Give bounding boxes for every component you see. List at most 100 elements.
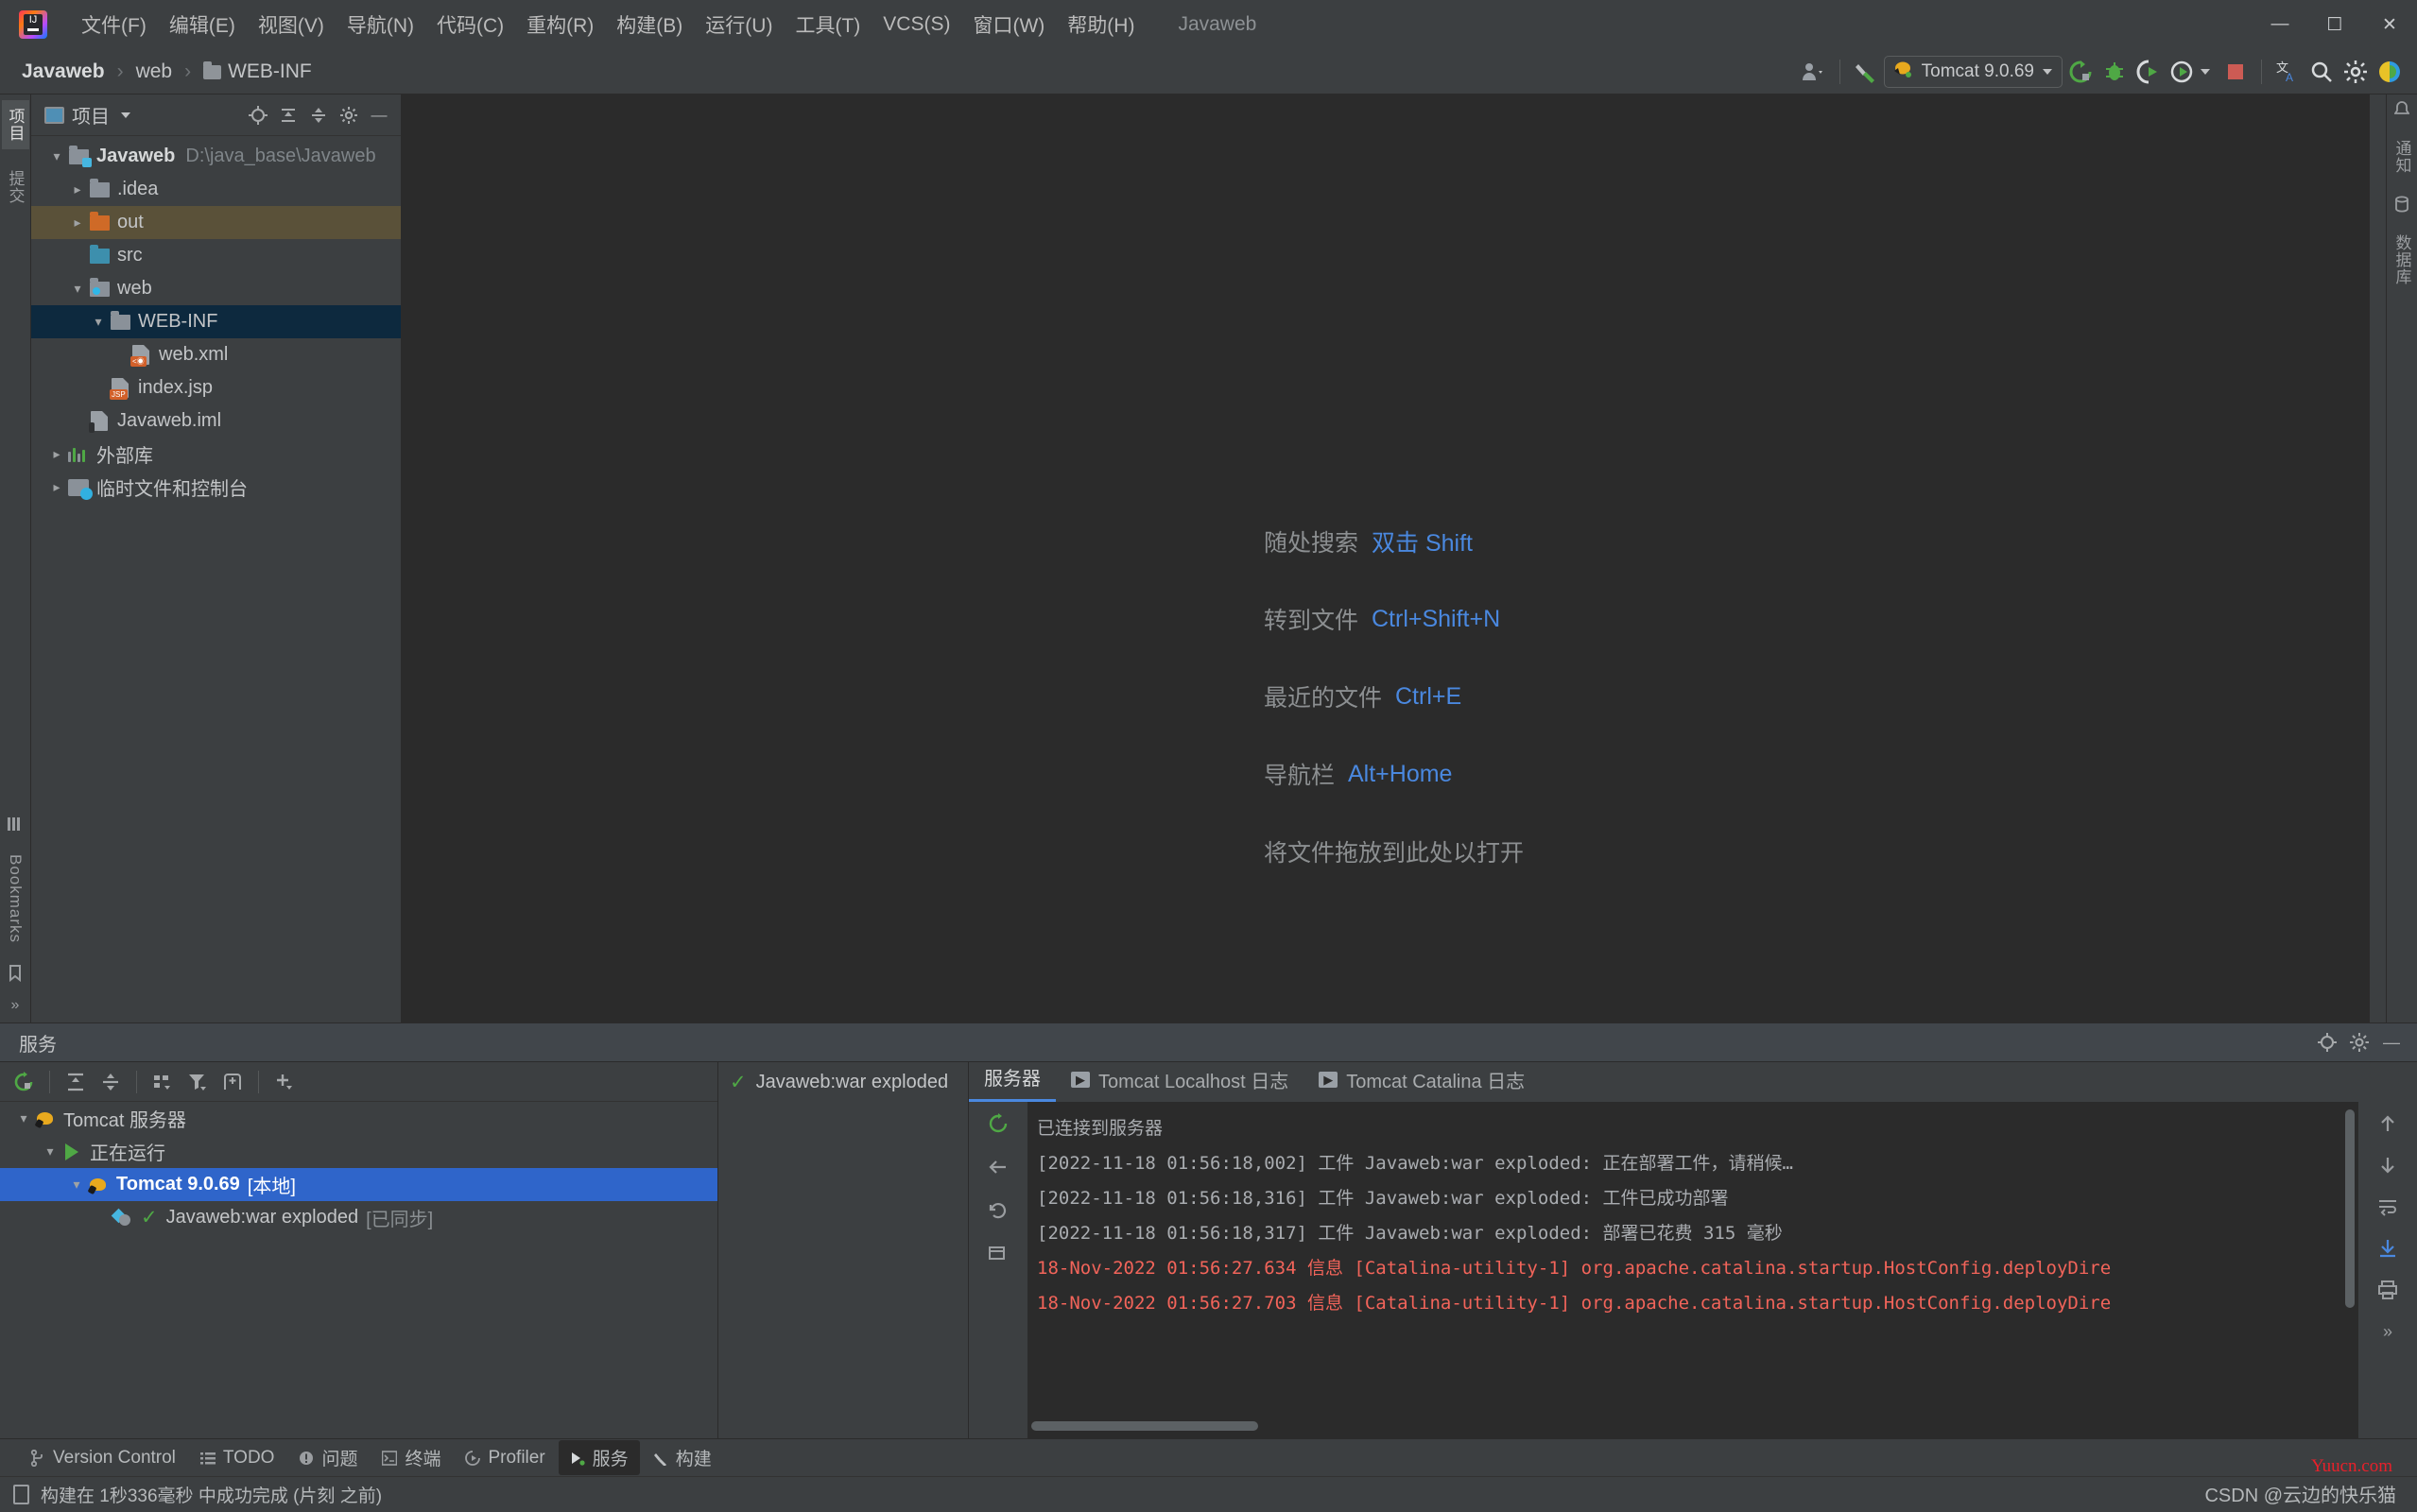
breadcrumb-javaweb[interactable]: Javaweb [15,58,112,86]
menu-view[interactable]: 视图(V) [247,5,336,44]
services-row-running[interactable]: 正在运行 [0,1135,717,1168]
tree-row-indexjsp[interactable]: JSP index.jsp [31,371,401,404]
console-horizontal-scrollbar[interactable] [1027,1421,2338,1435]
stripe-tab-project[interactable]: 项目 [1,100,29,149]
tab-server[interactable]: 服务器 [969,1057,1056,1102]
statusbar-tab-problems[interactable]: 问题 [287,1440,369,1475]
chevron-down-icon[interactable] [66,1177,87,1193]
stripe-tab-bookmarks[interactable]: Bookmarks [4,847,26,951]
close-button[interactable]: ✕ [2362,0,2417,49]
statusbar-tab-profiler[interactable]: Profiler [454,1443,556,1473]
notifications-icon[interactable] [2392,100,2411,119]
chevron-down-icon[interactable] [40,1143,60,1160]
search-icon[interactable] [2305,56,2338,88]
chevron-down-icon[interactable] [67,281,88,297]
menu-window[interactable]: 窗口(W) [961,5,1056,44]
statusbar-tab-terminal[interactable]: 终端 [371,1440,452,1475]
scroll-up-icon[interactable] [2373,1109,2403,1138]
console-vertical-scrollbar[interactable] [2345,1109,2355,1308]
bookmarks-icon[interactable] [6,964,25,983]
chevron-right-icon[interactable] [46,479,67,495]
services-header-title[interactable]: 服务 [0,1029,57,1057]
stripe-tab-database[interactable]: 数据库 [2389,227,2416,293]
database-icon[interactable] [2392,195,2411,214]
more-tools-icon[interactable]: » [6,996,25,1015]
project-settings-icon[interactable] [335,101,363,129]
menu-edit[interactable]: 编辑(E) [158,5,247,44]
tree-row-webxml[interactable]: <◉ web.xml [31,338,401,371]
tree-row-external-libraries[interactable]: 外部库 [31,438,401,471]
menu-tools[interactable]: 工具(T) [784,5,872,44]
soft-wrap-icon[interactable] [2373,1193,2403,1221]
project-tree[interactable]: Javaweb D:\java_base\Javaweb .idea out [31,136,401,1022]
breadcrumb-webinf[interactable]: WEB-INF [197,58,319,86]
profiler-chevron-down-icon[interactable] [2201,68,2210,75]
refresh-icon[interactable] [983,1196,1013,1225]
tree-row-javawebiml[interactable]: Javaweb.iml [31,404,401,438]
more-actions-icon[interactable]: » [2373,1317,2403,1346]
menu-navigate[interactable]: 导航(N) [336,5,425,44]
console-output[interactable]: 已连接到服务器 [2022-11-18 01:56:18,002] 工件 Jav… [1027,1102,2358,1438]
locate-icon[interactable] [2313,1028,2341,1057]
menu-help[interactable]: 帮助(H) [1056,5,1146,44]
print-icon[interactable] [2373,1276,2403,1304]
run-icon[interactable] [2064,56,2097,88]
tree-row-src[interactable]: src [31,239,401,272]
debug-icon[interactable] [2098,56,2131,88]
services-tree[interactable]: Tomcat 服务器 正在运行 Tomcat 9.0.69 [本地] [0,1102,717,1438]
stripe-tab-commit[interactable]: 提交 [2,163,29,212]
hide-services-window-icon[interactable]: — [2377,1028,2406,1057]
add-service-icon[interactable] [268,1066,301,1098]
settings-icon[interactable] [2339,56,2372,88]
ide-feature-icon[interactable] [2374,56,2406,88]
chevron-down-icon[interactable] [46,148,67,164]
open-in-browser-icon[interactable] [983,1240,1013,1268]
tab-tomcat-localhost-log[interactable]: ▶ Tomcat Localhost 日志 [1056,1060,1303,1102]
chevron-right-icon[interactable] [67,215,88,231]
run-with-coverage-icon[interactable] [2132,56,2165,88]
scroll-from-source-icon[interactable] [244,101,272,129]
stripe-tab-notifications[interactable]: 通知 [2389,132,2416,181]
hide-tool-window-icon[interactable]: — [365,101,393,129]
structure-icon[interactable] [6,815,25,833]
settings-icon[interactable] [2345,1028,2374,1057]
menu-build[interactable]: 构建(B) [605,5,694,44]
show-configurations-icon[interactable] [216,1066,249,1098]
run-configuration-selector[interactable]: Tomcat 9.0.69 [1883,55,2063,88]
tree-row-web[interactable]: web [31,272,401,305]
chevron-down-icon[interactable] [88,314,109,330]
project-view-chevron-down-icon[interactable] [121,112,130,118]
profiler-icon[interactable] [2167,56,2199,88]
expand-all-icon[interactable] [274,101,302,129]
build-hammer-icon[interactable] [1850,56,1882,88]
chevron-right-icon[interactable] [46,446,67,462]
collapse-all-icon[interactable] [95,1066,127,1098]
rerun-icon[interactable] [8,1066,40,1098]
statusbar-tab-version-control[interactable]: Version Control [19,1443,187,1473]
minimize-button[interactable]: — [2253,0,2307,49]
rerun-icon[interactable] [983,1109,1013,1138]
tree-row-javaweb[interactable]: Javaweb D:\java_base\Javaweb [31,140,401,173]
collapse-all-icon[interactable] [304,101,333,129]
services-row-tomcat-instance[interactable]: Tomcat 9.0.69 [本地] [0,1168,717,1201]
profile-icon[interactable] [1798,56,1830,88]
statusbar-tab-todo[interactable]: TODO [189,1443,286,1473]
back-arrow-icon[interactable] [983,1153,1013,1181]
translate-icon[interactable]: 文A [2271,56,2304,88]
scroll-to-end-icon[interactable] [2373,1234,2403,1263]
statusbar-tab-services[interactable]: 服务 [558,1440,640,1475]
stop-icon[interactable] [2219,56,2252,88]
editor-empty-area[interactable]: 随处搜索 双击 Shift 转到文件 Ctrl+Shift+N 最近的文件 Ct… [402,94,2386,1022]
maximize-button[interactable]: ☐ [2307,0,2362,49]
scroll-down-icon[interactable] [2373,1151,2403,1179]
services-deployment-row[interactable]: ✓ Javaweb:war exploded [718,1062,968,1102]
services-row-tomcat-servers[interactable]: Tomcat 服务器 [0,1102,717,1135]
menu-refactor[interactable]: 重构(R) [515,5,605,44]
menu-run[interactable]: 运行(U) [694,5,784,44]
tree-row-out[interactable]: out [31,206,401,239]
expand-all-icon[interactable] [60,1066,92,1098]
services-row-artifact[interactable]: ✓ Javaweb:war exploded [已同步] [0,1201,717,1234]
chevron-down-icon[interactable] [13,1110,34,1126]
menu-file[interactable]: 文件(F) [70,5,158,44]
menu-code[interactable]: 代码(C) [425,5,515,44]
